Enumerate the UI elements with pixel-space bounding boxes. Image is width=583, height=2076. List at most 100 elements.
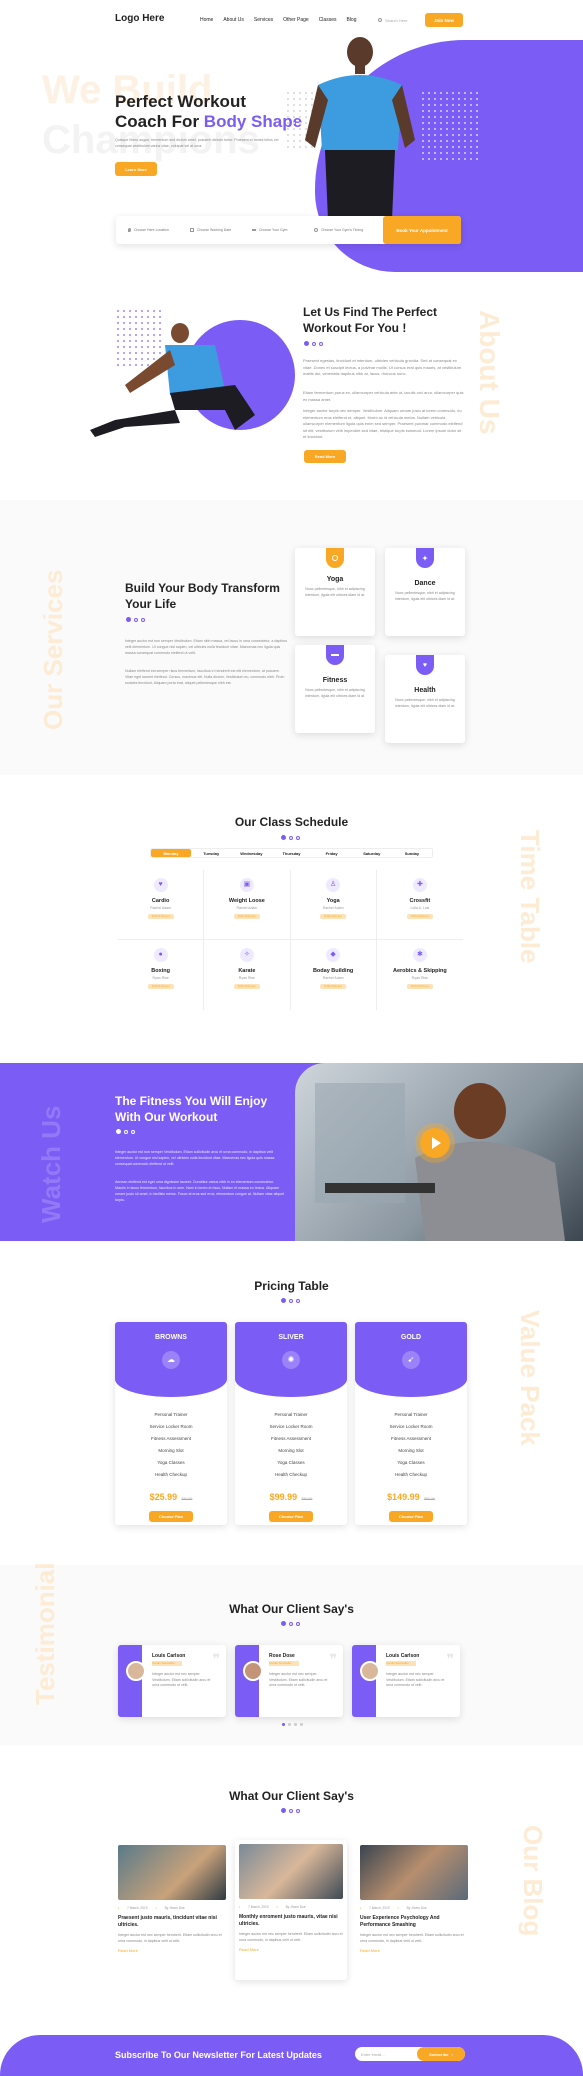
class-cell[interactable]: ◆ Boday Building Rachel Adam 8:00-9:00 am [291, 940, 377, 1010]
class-name: Crossfit [409, 898, 431, 904]
play-icon [432, 1137, 441, 1149]
class-cell[interactable]: ✧ Karate Ryan Rise 8:00-9:00 am [204, 940, 291, 1010]
blog-post-title[interactable]: User Experience Psychology And Performan… [360, 1915, 468, 1929]
client-quote: Integer auctor est nec semper Vestibulum… [152, 1672, 211, 1687]
booking-gym-field[interactable]: Choose Your Gym [252, 228, 314, 232]
class-cell[interactable]: ▣ Weight Loose Rachel Adam 8:00-9:00 am [204, 870, 291, 940]
class-time: 8:00-9:00 am [233, 914, 260, 919]
carousel-dot[interactable] [294, 1723, 297, 1726]
nav-home[interactable]: Home [200, 17, 213, 23]
service-card-fitness[interactable]: Fitness Nunc pellentesque, nibh et adipi… [295, 645, 375, 733]
nav-services[interactable]: Services [254, 17, 273, 23]
class-cell[interactable]: ✱ Aerobics & Skipping Ryan Rise 8:00-9:00 a… [377, 940, 463, 1010]
blog-image[interactable] [239, 1844, 343, 1899]
search-icon[interactable] [378, 18, 382, 22]
service-name: Yoga [326, 576, 344, 583]
book-appointment-button[interactable]: Book Your Appointment [383, 216, 461, 244]
dance-icon: ✦ [421, 553, 429, 563]
blog-image[interactable] [360, 1845, 468, 1900]
tab-tuesday[interactable]: Tuesday [191, 849, 231, 857]
read-more-link[interactable]: Read More [239, 1947, 343, 1952]
video-title-line2: With Our Workout [115, 1110, 218, 1124]
tab-saturday[interactable]: Saturday [352, 849, 392, 857]
service-name: Health [414, 687, 436, 694]
class-trainer: Ryan Rise [238, 976, 255, 980]
blog-card[interactable]: ▪ 7 March, 2019 ▪ By Jhone Doe Monthly enro… [235, 1840, 347, 1980]
video-thumbnail[interactable] [295, 1063, 583, 1241]
class-cell[interactable]: ● Boxing Ryan Rise 8:00-9:00 am [118, 940, 205, 1010]
booking-location-field[interactable]: Choose Here Location [128, 228, 190, 232]
tab-monday[interactable]: Monday [151, 849, 192, 857]
class-cell[interactable]: ✚ Crossfit Lolla A. Luis 8:00-9:00 am [376, 870, 463, 940]
services-paragraph-1: Integer auctor est non semper Vestibulum… [125, 639, 288, 655]
service-card-dance[interactable]: ✦ Dance Nunc pellentesque, nibh et adipi… [385, 548, 465, 636]
hero-learn-more-button[interactable]: Learn More [115, 162, 157, 176]
blog-post-title[interactable]: Praesent justo mauris, tincidunt vitae n… [118, 1915, 226, 1929]
class-time: 8:00-9:00 am [147, 914, 174, 919]
plan-card-sliver[interactable]: SLIVER ✺ Personal Trainer Service Locker… [235, 1322, 347, 1525]
class-cell[interactable]: ♥ Cardio Rachel Adam 8:00-9:00 am [118, 870, 205, 940]
services-section: Our Services Build Your Body Transform Y… [0, 500, 583, 775]
health-icon-badge: ♥ [416, 655, 434, 675]
choose-plan-button[interactable]: Choose Plan [389, 1511, 433, 1522]
plan-feature: Yoga Classes [397, 1460, 425, 1465]
about-read-more-button[interactable]: Read More [304, 450, 346, 463]
subscribe-button[interactable]: Subscribe › [417, 2047, 465, 2061]
service-name: Dance [414, 580, 436, 587]
hero-dot-pattern [420, 90, 480, 160]
nav-blog[interactable]: Blog [346, 17, 356, 23]
read-more-link[interactable]: Read More [360, 1948, 468, 1953]
service-card-health[interactable]: ♥ Health Nunc pellentesque, nibh et adip… [385, 655, 465, 743]
blog-image[interactable] [118, 1845, 226, 1900]
tab-wednesday[interactable]: Wednesday [231, 849, 271, 857]
class-cell[interactable]: ♙ Yoga Rachel Adam 8:00-9:00 am [290, 870, 377, 940]
carousel-dot[interactable] [300, 1723, 303, 1726]
dance-icon-badge: ✦ [416, 548, 434, 568]
class-name: Boxing [151, 968, 170, 974]
choose-plan-button[interactable]: Choose Plan [149, 1511, 193, 1522]
service-card-yoga[interactable]: Yoga Nunc pellentesque, nibh et adipisci… [295, 548, 375, 636]
play-button[interactable] [420, 1128, 450, 1158]
blog-card[interactable]: ▪ 7 March, 2019 ▪ By Jhone Doe Praesent jus… [118, 1845, 226, 1975]
services-title-line2: Your Life [125, 597, 177, 611]
choose-plan-button[interactable]: Choose Plan [269, 1511, 313, 1522]
booking-date-field[interactable]: Choose Working Date [190, 228, 252, 232]
blog-card[interactable]: ▪ 7 March, 2019 ▪ By Jhone Doe User Experie… [360, 1845, 468, 1975]
search-input[interactable]: Search Here [385, 18, 407, 23]
hero-title-a: Coach For [115, 112, 204, 131]
nav-classes[interactable]: Classes [319, 17, 337, 23]
tab-thursday[interactable]: Thursday [271, 849, 311, 857]
logo[interactable]: Logo Here [115, 13, 164, 24]
plan-old-price: $60.99 [301, 1497, 313, 1501]
carousel-dot[interactable] [282, 1723, 285, 1726]
plan-card-gold[interactable]: GOLD ➹ Personal Trainer Service Locker R… [355, 1322, 467, 1525]
class-time: 8:00-9:00 am [320, 914, 347, 919]
calendar-icon: ▪ [118, 1906, 120, 1910]
calendar-icon: ▪ [360, 1906, 362, 1910]
hero-title-line2: Coach For Body Shape [115, 112, 302, 132]
service-text: Nunc pellentesque, nibh et adipiscing in… [395, 591, 455, 601]
newsletter-email-input[interactable]: Enter email... [361, 2052, 417, 2057]
plan-header: BROWNS ☁ [115, 1322, 227, 1397]
video-divider-dots [116, 1129, 135, 1134]
join-now-button[interactable]: Join Now [425, 13, 463, 27]
video-section: Watch Us The Fitness You Will Enjoy With… [0, 1063, 583, 1241]
service-text: Nunc pellentesque, nibh et adipiscing in… [305, 688, 365, 698]
booking-timing-field[interactable]: Choose Your Gym's Timing [314, 228, 376, 232]
blog-post-title[interactable]: Monthly enroment justo mauris, vitae nis… [239, 1914, 343, 1928]
read-more-link[interactable]: Read More [118, 1948, 226, 1953]
service-text: Nunc pellentesque, nibh et adipiscing in… [395, 698, 455, 708]
dumbbell-icon [331, 654, 339, 656]
tab-sunday[interactable]: Sunday [392, 849, 432, 857]
tab-friday[interactable]: Friday [312, 849, 352, 857]
testimonial-card: ❞ Louis Carlson Cardio Specialist Intege… [352, 1645, 460, 1717]
nav-about[interactable]: About Us [223, 17, 244, 23]
carousel-dot[interactable] [288, 1723, 291, 1726]
plan-card-browns[interactable]: BROWNS ☁ Personal Trainer Service Locker… [115, 1322, 227, 1525]
blog-meta: ▪ 7 March, 2019 ▪ By Jhone Doe [239, 1905, 343, 1909]
nav-other-page[interactable]: Other Page [283, 17, 309, 23]
calendar-icon [190, 228, 194, 232]
newsletter-title: Subscribe To Our Newsletter For Latest U… [115, 2050, 322, 2060]
hero-trainer-image [305, 37, 415, 220]
search-box[interactable]: Search Here [378, 15, 418, 25]
